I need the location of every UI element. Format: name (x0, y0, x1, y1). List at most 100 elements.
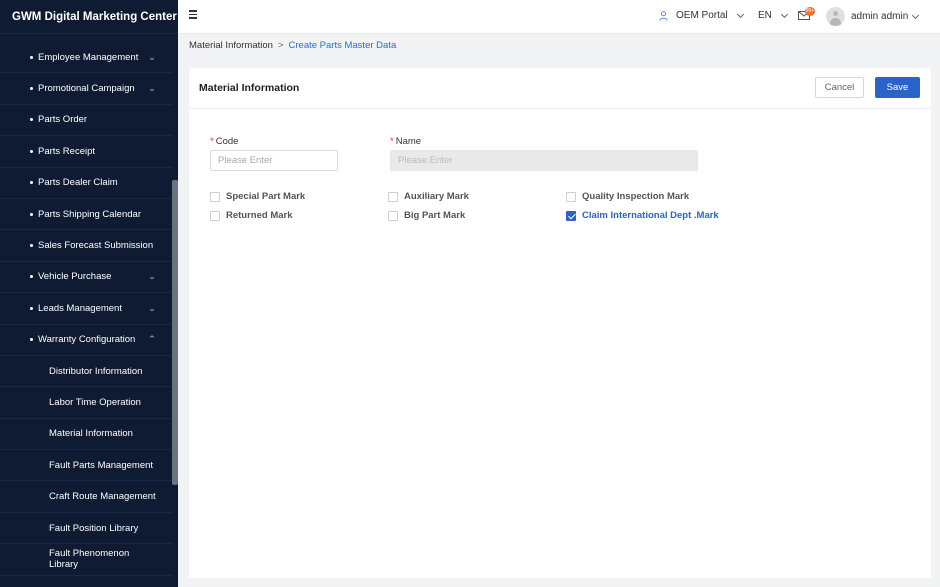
bullet-icon (30, 275, 33, 279)
checkbox-box[interactable] (210, 191, 220, 202)
sidebar-item-label: Parts Order (38, 114, 88, 126)
checkbox-label: Auxiliary Mark (404, 191, 469, 202)
sidebar-item-promotional-campaign[interactable]: Promotional Campaign ⌄ (0, 73, 172, 105)
bullet-icon (30, 212, 33, 216)
checkbox-box[interactable] (388, 191, 398, 202)
chevron-down-icon: ⌄ (148, 51, 156, 62)
breadcrumb-current: Create Parts Master Data (288, 40, 397, 51)
sidebar-subitem-label: Fault Parts Management (49, 459, 154, 471)
claim-international-dept-mark-checkbox[interactable]: Claim International Dept .Mark (566, 210, 719, 221)
sidebar-subitem-label: Distributor Information (49, 365, 143, 377)
sidebar-item-label: Parts Receipt (38, 145, 96, 157)
sidebar-item-label: Leads Management (38, 302, 122, 314)
sidebar-item-parts-shipping-calendar[interactable]: Parts Shipping Calendar (0, 199, 172, 231)
sidebar-item-sales-forecast-submission[interactable]: Sales Forecast Submission (0, 230, 172, 262)
bullet-icon (30, 244, 33, 248)
chevron-down-icon (912, 11, 920, 19)
sidebar-item-label: Sales Forecast Submission (38, 240, 154, 252)
returned-mark-checkbox[interactable]: Returned Mark (210, 210, 293, 221)
bullet-icon (30, 149, 33, 153)
code-input[interactable]: Please Enter (210, 150, 338, 171)
big-part-mark-checkbox[interactable]: Big Part Mark (388, 210, 465, 221)
checkbox-box[interactable] (388, 210, 398, 221)
app-title: GWM Digital Marketing Center (0, 0, 178, 34)
bullet-icon (30, 306, 33, 310)
sidebar-subitem-label: Fault Phenomenon Library (49, 548, 130, 571)
sidebar-subitem-fault-position-library[interactable]: Fault Position Library (0, 513, 172, 545)
sidebar-scrollbar-thumb[interactable] (172, 180, 178, 485)
checkbox-label: Returned Mark (226, 210, 293, 221)
sidebar-subitem-label: Fault Position Library (49, 522, 139, 534)
sidebar-menu: Employee Management ⌄ Promotional Campai… (0, 42, 172, 576)
checkbox-label: Big Part Mark (404, 210, 466, 221)
user-menu[interactable]: admin admin (826, 7, 920, 26)
sidebar-item-leads-management[interactable]: Leads Management ⌄ (0, 293, 172, 325)
chevron-up-icon: ⌃ (148, 334, 156, 345)
user-name: admin admin (851, 11, 909, 22)
checkbox-label: Claim International Dept .Mark (582, 210, 719, 221)
checkbox-label: Special Part Mark (226, 191, 306, 202)
menu-toggle-icon[interactable] (189, 10, 198, 19)
sidebar-subitem-fault-parts-management[interactable]: Fault Parts Management (0, 450, 172, 482)
breadcrumb-parent[interactable]: Material Information (189, 40, 273, 51)
cancel-button[interactable]: Cancel (815, 77, 864, 98)
mail-badge: 99+ (805, 7, 815, 16)
material-info-card: Material Information Cancel Save * Code P… (189, 68, 931, 578)
save-button[interactable]: Save (875, 77, 920, 98)
breadcrumb: Material Information > Create Parts Mast… (189, 40, 396, 51)
sidebar-item-vehicle-purchase[interactable]: Vehicle Purchase ⌄ (0, 262, 172, 294)
checkbox-box[interactable] (566, 191, 576, 202)
breadcrumb-separator: > (277, 40, 284, 51)
required-mark: * (210, 136, 214, 147)
sidebar-subitem-label: Craft Route Management (49, 491, 156, 503)
sidebar-item-label: Employee Management (38, 51, 139, 63)
auxiliary-mark-checkbox[interactable]: Auxiliary Mark (388, 191, 469, 202)
sidebar-item-label: Warranty Configuration (38, 334, 136, 346)
chevron-down-icon: ⌄ (148, 302, 156, 313)
portal-switcher[interactable]: OEM Portal (659, 10, 744, 21)
special-part-mark-checkbox[interactable]: Special Part Mark (210, 191, 305, 202)
sidebar-subitem-label: Material Information (49, 428, 133, 440)
checkbox-box[interactable] (566, 210, 576, 221)
sidebar: GWM Digital Marketing Center Employee Ma… (0, 0, 178, 587)
card-header: Material Information Cancel Save (189, 68, 931, 109)
sidebar-item-parts-order[interactable]: Parts Order (0, 105, 172, 137)
name-label: * Name (390, 136, 421, 147)
portal-label: OEM Portal (676, 10, 728, 21)
sidebar-item-employee-management[interactable]: Employee Management ⌄ (0, 42, 172, 74)
sidebar-item-warranty-configuration[interactable]: Warranty Configuration ⌃ (0, 325, 172, 356)
required-mark: * (390, 136, 394, 147)
chevron-down-icon (780, 10, 788, 18)
sidebar-subitem-label: Labor Time Operation (49, 396, 141, 408)
bullet-icon (30, 87, 33, 91)
sidebar-subitem-distributor-information[interactable]: Distributor Information (0, 356, 172, 388)
sidebar-item-parts-receipt[interactable]: Parts Receipt (0, 136, 172, 168)
card-title: Material Information (199, 82, 300, 94)
quality-inspection-mark-checkbox[interactable]: Quality Inspection Mark (566, 191, 689, 202)
code-label-text: Code (215, 136, 239, 147)
chevron-down-icon: ⌄ (148, 271, 156, 282)
sidebar-item-label: Parts Shipping Calendar (38, 208, 141, 220)
bullet-icon (30, 118, 33, 122)
bullet-icon (30, 181, 33, 185)
language-label: EN (758, 10, 772, 21)
bullet-icon (30, 338, 33, 342)
sidebar-subitem-labor-time-operation[interactable]: Labor Time Operation (0, 387, 172, 419)
sidebar-subitem-material-information[interactable]: Material Information (0, 419, 172, 451)
bullet-icon (30, 55, 33, 59)
topbar: OEM Portal EN 99+ admin admin (178, 0, 940, 34)
sidebar-subitem-fault-phenomenon-library[interactable]: Fault Phenomenon Library (0, 544, 172, 576)
code-label: * Code (210, 136, 238, 147)
sidebar-item-parts-dealer-claim[interactable]: Parts Dealer Claim (0, 168, 172, 199)
language-switcher[interactable]: EN (758, 10, 788, 21)
sidebar-item-label: Parts Dealer Claim (38, 177, 118, 189)
avatar (826, 7, 845, 26)
name-label-text: Name (395, 136, 422, 147)
checkbox-box[interactable] (210, 210, 220, 221)
sidebar-subitem-craft-route-management[interactable]: Craft Route Management (0, 481, 172, 513)
sidebar-item-label: Promotional Campaign (38, 83, 135, 95)
user-icon (659, 10, 668, 21)
checkbox-label: Quality Inspection Mark (582, 191, 690, 202)
chevron-down-icon: ⌄ (148, 83, 156, 94)
name-input: Please Enter (390, 150, 698, 171)
